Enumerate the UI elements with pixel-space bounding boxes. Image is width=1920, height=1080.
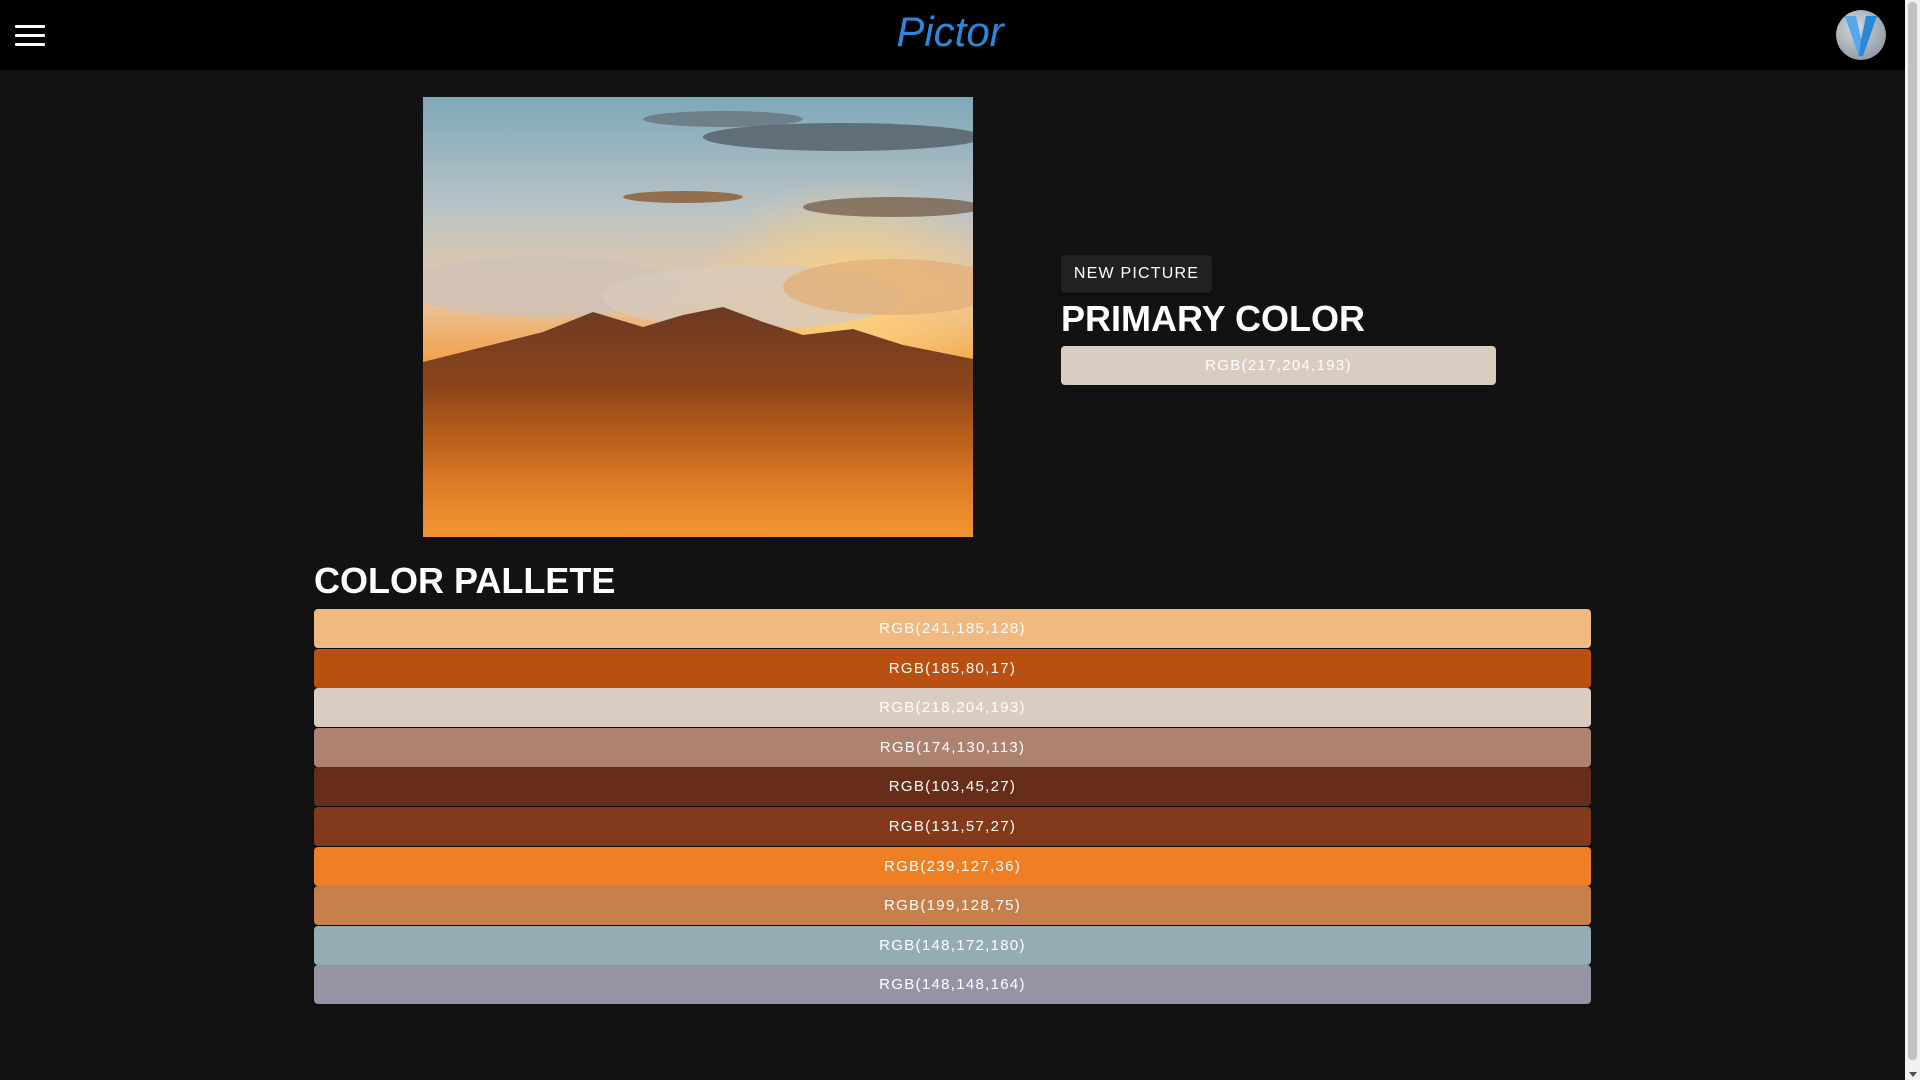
palette-swatch[interactable]: RGB(103,45,27) xyxy=(314,767,1591,807)
palette-swatch[interactable]: RGB(148,148,164) xyxy=(314,965,1591,1005)
new-picture-button[interactable]: NEW PICTURE xyxy=(1061,255,1212,293)
palette-swatch[interactable]: RGB(174,130,113) xyxy=(314,727,1591,767)
avatar[interactable] xyxy=(1836,10,1886,60)
palette-swatch[interactable]: RGB(131,57,27) xyxy=(314,806,1591,846)
palette-swatch[interactable]: RGB(218,204,193) xyxy=(314,688,1591,728)
sunset-mountains-image xyxy=(423,97,973,537)
palette-swatch[interactable]: RGB(199,128,75) xyxy=(314,886,1591,926)
primary-color-chip[interactable]: RGB(217,204,193) xyxy=(1061,346,1496,385)
primary-color-title: PRIMARY COLOR xyxy=(1061,298,1366,339)
scrollbar-thumb[interactable] xyxy=(1908,2,1917,1060)
app-brand-title: Pictor xyxy=(896,8,1004,55)
uploaded-picture xyxy=(423,97,973,537)
vertical-scrollbar[interactable] xyxy=(1905,0,1920,1080)
v-logo-avatar-icon xyxy=(1836,10,1886,60)
color-palette-title: COLOR PALLETE xyxy=(314,560,616,601)
color-palette: RGB(241,185,128) RGB(185,80,17) RGB(218,… xyxy=(314,609,1591,1005)
app-bar: Pictor xyxy=(0,0,1905,70)
palette-swatch[interactable]: RGB(241,185,128) xyxy=(314,609,1591,648)
palette-swatch[interactable]: RGB(239,127,36) xyxy=(314,846,1591,886)
palette-swatch[interactable]: RGB(148,172,180) xyxy=(314,925,1591,965)
palette-swatch[interactable]: RGB(185,80,17) xyxy=(314,648,1591,688)
scroll-down-arrow-icon[interactable] xyxy=(1909,1072,1917,1077)
